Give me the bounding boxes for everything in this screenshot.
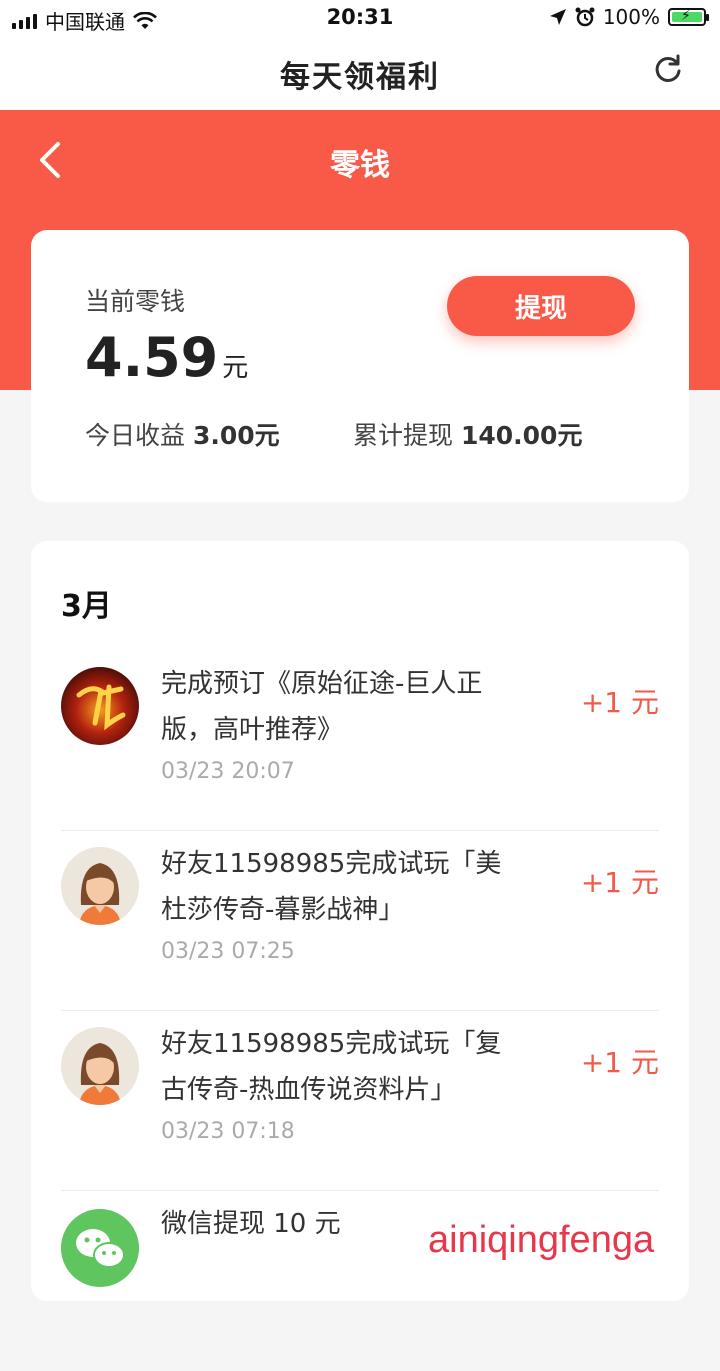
record-title: 好友11598985完成试玩「复古传奇-热血传说资料片」: [161, 1029, 502, 1105]
list-item[interactable]: 好友11598985完成试玩「美杜莎传奇-暮影战神」 03/23 07:25 +…: [61, 831, 659, 1011]
balance-card: 当前零钱 4.59 元 提现 今日收益 3.00元 累计提现 140.00元: [31, 230, 689, 502]
record-amount: +1 元: [580, 1046, 659, 1079]
today-earnings-value: 3.00元: [192, 421, 280, 450]
total-withdrawn-value: 140.00元: [460, 421, 583, 450]
total-withdrawn: 累计提现 140.00元: [353, 416, 582, 452]
record-title: 好友11598985完成试玩「美杜莎传奇-暮影战神」: [161, 849, 502, 925]
battery-icon: ⚡: [668, 8, 709, 26]
balance-amount: 4.59 元: [85, 326, 248, 389]
status-bar: 中国联通 20:31 100% ⚡: [0, 0, 720, 36]
wechat-icon: [61, 1209, 139, 1287]
user-avatar-icon: [61, 1027, 139, 1105]
list-item[interactable]: 完成预订《原始征途-巨人正版，高叶推荐》 03/23 20:07 +1 元: [61, 651, 659, 831]
nav-bar: 每天领福利: [0, 36, 720, 110]
month-heading: 3月: [61, 589, 112, 624]
battery-percent: 100%: [602, 5, 660, 29]
record-time: 03/23 07:18: [161, 1119, 295, 1144]
withdraw-button[interactable]: 提现: [447, 276, 635, 336]
today-earnings-label: 今日收益: [85, 421, 186, 450]
today-earnings: 今日收益 3.00元: [85, 416, 280, 452]
records-card: 3月 完成预订《原始征途-巨人正版，高叶推荐》 03/23 20:07 +1 元: [31, 541, 689, 1301]
record-amount: +1 元: [580, 686, 659, 719]
record-time: 03/23 07:25: [161, 939, 295, 964]
location-arrow-icon: [549, 9, 566, 25]
record-time: 03/23 20:07: [161, 759, 295, 784]
header-title: 零钱: [330, 148, 390, 183]
game-icon: [61, 667, 139, 745]
list-item[interactable]: 好友11598985完成试玩「复古传奇-热血传说资料片」 03/23 07:18…: [61, 1011, 659, 1191]
balance-label: 当前零钱: [85, 287, 186, 316]
page-title: 每天领福利: [280, 60, 440, 95]
user-avatar-icon: [61, 847, 139, 925]
alarm-icon: [575, 7, 595, 27]
record-title: 完成预订《原始征途-巨人正版，高叶推荐》: [161, 669, 483, 745]
balance-unit: 元: [222, 353, 249, 383]
refresh-icon[interactable]: [652, 54, 684, 86]
total-withdrawn-label: 累计提现: [353, 421, 454, 450]
record-amount: +1 元: [580, 866, 659, 899]
list-item[interactable]: 微信提现 10 元: [61, 1191, 659, 1371]
balance-value: 4.59: [85, 326, 219, 389]
watermark: ainiqingfenga: [428, 1219, 655, 1261]
status-right: 100% ⚡: [549, 5, 709, 29]
